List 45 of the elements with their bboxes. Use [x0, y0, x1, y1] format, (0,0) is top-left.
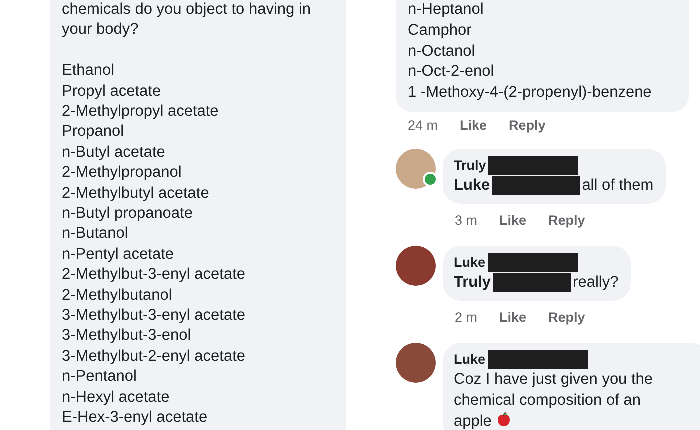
- chemical-name: n-Butyl acetate: [62, 142, 166, 163]
- chemical-name: 3-Methylbut-2-enyl acetate: [62, 346, 247, 367]
- commenter-name[interactable]: Luke: [454, 352, 486, 367]
- chemical-name: 3-Methylbut-3-enol: [62, 326, 192, 346]
- comment-time: 24 m: [408, 118, 438, 133]
- reply-text: really?: [573, 272, 619, 293]
- like-link[interactable]: Like: [460, 118, 488, 133]
- chemical-name: n-Butanol: [62, 224, 130, 244]
- chemical-name: 2-Methylpropyl acetate: [62, 102, 220, 122]
- chemical-name: Propanol: [62, 122, 126, 142]
- chemical-name: n-Oct-2-enol: [408, 62, 496, 82]
- chemical-name: 2-Methylbutyl acetate: [62, 184, 210, 204]
- chemical-name: n-Pentyl acetate: [62, 244, 176, 265]
- chemical-name: Propyl acetate: [62, 82, 162, 102]
- chemical-name: E-Hex-3-enyl acetate: [62, 408, 209, 428]
- like-link[interactable]: Like: [500, 213, 527, 228]
- like-link[interactable]: Like: [500, 310, 527, 326]
- comment-time: 2 m: [455, 310, 478, 326]
- reply-text: Coz I have just given you the chemical composition of an apple: [454, 370, 654, 430]
- chemical-name: n-Heptanol: [408, 0, 485, 20]
- chemical-name: n-Octanol: [408, 42, 476, 62]
- chemical-name: n-Hexyl acetate: [62, 388, 171, 408]
- chemical-name: 2-Methylpropanol: [62, 163, 183, 184]
- commenter-name[interactable]: Luke: [454, 254, 486, 270]
- chemical-name: 2-Methylbutanol: [62, 286, 174, 306]
- chemical-name: Ethanol: [62, 61, 116, 82]
- reply-link[interactable]: Reply: [548, 213, 586, 228]
- chemical-name: n-Butyl propanoate: [62, 204, 194, 224]
- reply-text: all of them: [582, 176, 654, 196]
- chemical-name: 1 -Methoxy-4-(2-propenyl)-benzene: [408, 83, 653, 104]
- mention-name[interactable]: Luke: [454, 174, 490, 196]
- avatar[interactable]: [396, 246, 436, 286]
- avatar[interactable]: [396, 342, 436, 383]
- reply-link[interactable]: Reply: [509, 118, 546, 133]
- chemical-name: 2-Methylbut-3-enyl acetate: [62, 265, 247, 286]
- chemical-name: Camphor: [408, 20, 473, 41]
- mention-name[interactable]: Truly: [454, 272, 492, 293]
- commenter-name[interactable]: Truly: [454, 158, 486, 173]
- comment-text: chemicals do you object to having in: [62, 0, 312, 20]
- comment-text: your body?: [62, 20, 140, 40]
- chemical-name: n-Pentanol: [62, 367, 138, 388]
- chemical-name: 3-Methylbut-3-enyl acetate: [62, 306, 247, 326]
- comment-time: 3 m: [455, 213, 478, 228]
- avatar[interactable]: [396, 148, 436, 189]
- reply-link[interactable]: Reply: [548, 310, 586, 326]
